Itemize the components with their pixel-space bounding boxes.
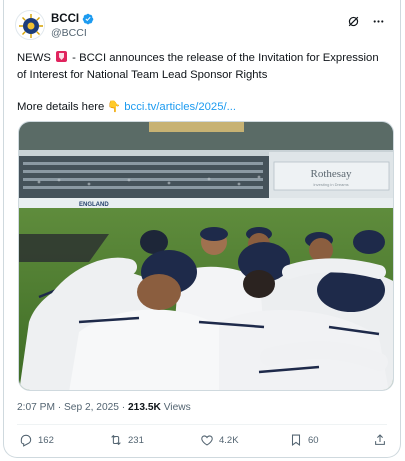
- stadium-banner-small: Investing in Dreams: [313, 182, 348, 187]
- tweet-photo[interactable]: Rothesay Investing in Dreams ENGLAND hes…: [18, 121, 394, 391]
- article-link[interactable]: bcci.tv/articles/2025/...: [124, 101, 236, 113]
- timestamp[interactable]: 2:07 PM · Sep 2, 2025 ·: [17, 402, 128, 413]
- bookmark-icon: [291, 434, 301, 446]
- tweet-header: BCCI @BCCI: [15, 10, 385, 42]
- red-flag-emoji-icon: [56, 51, 68, 62]
- bcci-logo-avatar[interactable]: [15, 10, 45, 40]
- action-bar: 162 231 4.2K 60: [17, 433, 387, 453]
- repost-count: 231: [128, 434, 144, 446]
- details-paragraph: More details here 👇 bcci.tv/articles/202…: [17, 99, 385, 116]
- tweet-text: NEWS - BCCI announces the release of the…: [17, 50, 385, 116]
- bookmark-count: 60: [308, 434, 319, 446]
- repost-button[interactable]: 231: [109, 433, 144, 447]
- bookmark-button[interactable]: 60: [289, 433, 319, 447]
- reply-icon: [20, 434, 32, 447]
- author-block: BCCI @BCCI: [51, 13, 94, 39]
- team-huddle-image: Rothesay Investing in Dreams ENGLAND hes…: [19, 122, 393, 390]
- share-icon: [375, 434, 385, 445]
- author-name[interactable]: BCCI: [51, 13, 79, 25]
- verified-badge-icon: [82, 13, 94, 25]
- details-prefix: More details here: [17, 101, 108, 114]
- news-label: NEWS: [17, 52, 51, 64]
- tweet-meta: 2:07 PM · Sep 2, 2025 · 213.5K Views: [17, 402, 191, 413]
- like-count: 4.2K: [219, 434, 239, 446]
- reply-count: 162: [38, 434, 54, 446]
- grok-icon[interactable]: [347, 15, 360, 28]
- tweet-body: - BCCI announces the release of the Invi…: [17, 52, 379, 81]
- more-options-icon[interactable]: [372, 15, 385, 28]
- stadium-banner-text: Rothesay: [311, 168, 352, 180]
- boundary-board-text: ENGLAND: [79, 202, 109, 208]
- views-count: 213.5K: [128, 402, 161, 413]
- like-button[interactable]: 4.2K: [200, 433, 239, 447]
- divider: [17, 424, 387, 425]
- pointing-down-emoji-icon: 👇: [107, 101, 122, 114]
- author-handle[interactable]: @BCCI: [51, 27, 94, 39]
- reply-button[interactable]: 162: [19, 433, 54, 447]
- share-button[interactable]: [373, 433, 387, 447]
- heart-icon: [201, 435, 213, 446]
- views-label: Views: [160, 402, 191, 413]
- tweet-text-paragraph: NEWS - BCCI announces the release of the…: [17, 50, 385, 83]
- repost-icon: [111, 434, 121, 446]
